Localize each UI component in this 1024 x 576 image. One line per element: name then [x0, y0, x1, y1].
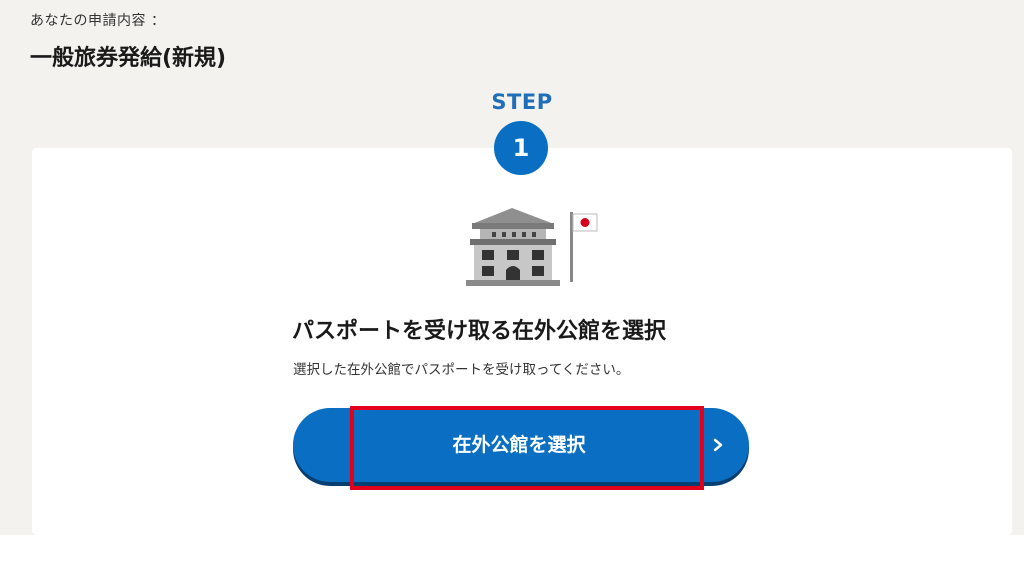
embassy-building-icon [462, 206, 602, 288]
chevron-right-icon [713, 438, 723, 452]
select-embassy-button[interactable]: 在外公館を選択 [293, 408, 749, 482]
application-label: あなたの申請内容 ： [30, 13, 166, 29]
application-type: 一般旅券発給(新規) [30, 46, 227, 71]
step-number-badge: 1 [494, 121, 548, 175]
page: あなたの申請内容 ： 一般旅券発給(新規) STEP 1 パスポートを受け取る在… [0, 0, 1024, 576]
select-embassy-button-label: 在外公館を選択 [452, 434, 586, 456]
section-description: 選択した在外公館でパスポートを受け取ってください。 [293, 362, 630, 378]
step-label: STEP [491, 90, 553, 114]
section-title: パスポートを受け取る在外公館を選択 [292, 319, 667, 344]
